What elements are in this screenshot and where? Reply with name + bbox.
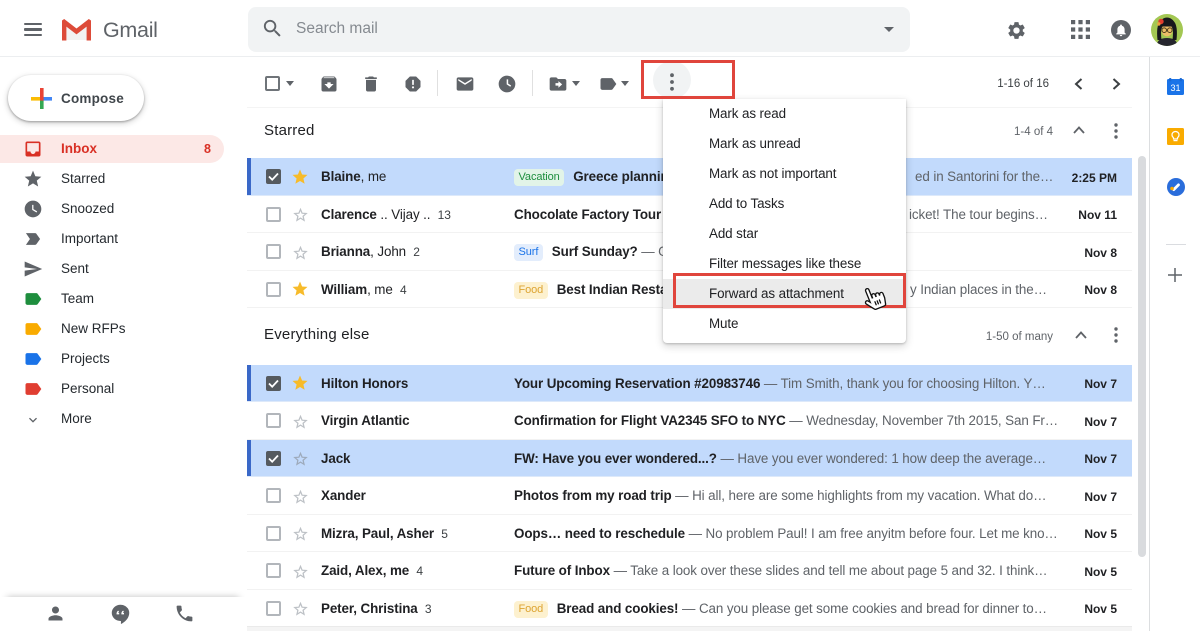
svg-text:31: 31 [1170, 83, 1180, 93]
